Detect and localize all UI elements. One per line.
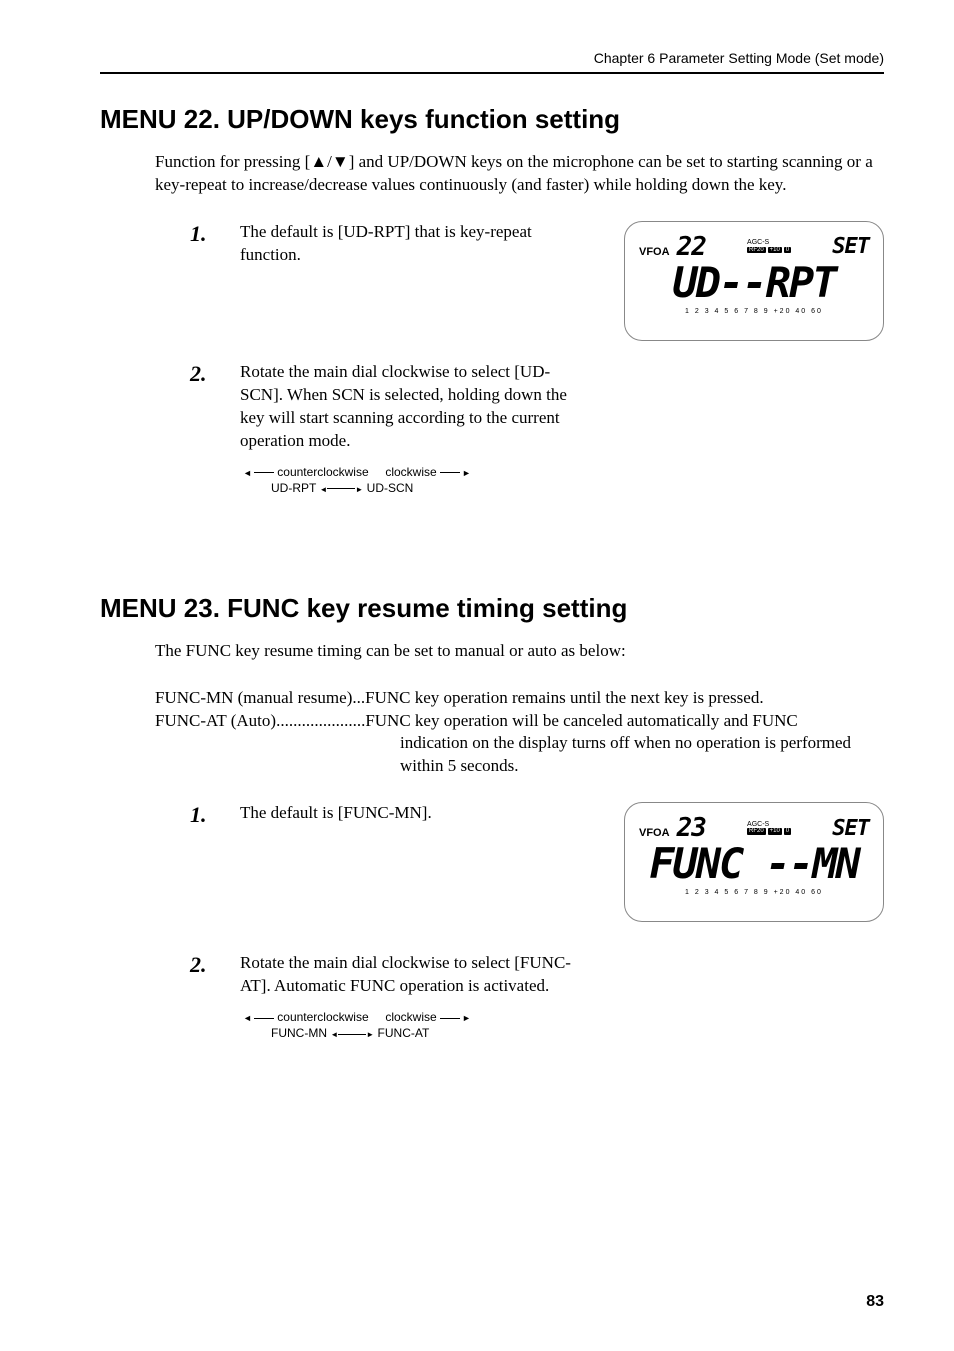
zero-icon: 0 — [784, 828, 791, 835]
menu22-step2: 2. Rotate the main dial clockwise to sel… — [190, 361, 884, 453]
disp-scale: 1 2 3 4 5 6 7 8 9 +20 40 60 — [639, 308, 869, 315]
disp-main-text: FUNC --MN — [639, 843, 869, 885]
desc1-text: FUNC key operation remains until the nex… — [365, 687, 763, 710]
page-header: Chapter 6 Parameter Setting Mode (Set mo… — [100, 50, 884, 74]
rf20-icon: RF20 — [747, 828, 766, 835]
desc1-dots: ... — [352, 687, 365, 710]
lcd-display-menu22: VFOA 22 AGC-S RF20 +10 0 SET UD--RPT 1 2… — [624, 221, 884, 341]
menu23-description-block: FUNC-MN (manual resume) ... FUNC key ope… — [155, 687, 884, 779]
rotate-right-value: UD-SCN — [367, 481, 414, 495]
ccw-arrow-icon — [243, 465, 254, 479]
menu23-step1-container: 1. The default is [FUNC-MN]. VFOA 23 AGC… — [100, 802, 884, 922]
desc1-label: FUNC-MN (manual resume) — [155, 687, 352, 710]
desc2-label: FUNC-AT (Auto) — [155, 710, 276, 733]
cw-arrow-icon — [460, 465, 471, 479]
menu23-step2: 2. Rotate the main dial clockwise to sel… — [190, 952, 884, 998]
desc2-dots: ..................... — [276, 710, 365, 733]
step-number: 1. — [190, 802, 240, 828]
menu22-rotate-diagram: counterclockwise clockwise UD-RPT UD-SCN — [243, 465, 884, 495]
lcd-display-menu23: VFOA 23 AGC-S RF20 +10 0 SET FUNC --MN 1… — [624, 802, 884, 922]
rotate-right-value: FUNC-AT — [378, 1026, 430, 1040]
bidir-arrow-icon — [330, 1026, 374, 1040]
agc-label: AGC-S — [747, 239, 769, 246]
bidir-arrow-icon — [319, 481, 363, 495]
disp-vfo: VFOA — [639, 246, 670, 258]
menu23-title: MENU 23. FUNC key resume timing setting — [100, 593, 884, 624]
cw-arrow-icon — [460, 1010, 471, 1024]
ccw-label: counterclockwise — [277, 465, 368, 479]
rotate-left-value: UD-RPT — [271, 481, 316, 495]
rotate-left-value: FUNC-MN — [271, 1026, 327, 1040]
ccw-label: counterclockwise — [277, 1010, 368, 1024]
cw-label: clockwise — [385, 1010, 436, 1024]
plus10-icon: +10 — [768, 247, 782, 254]
menu23-intro: The FUNC key resume timing can be set to… — [155, 640, 884, 663]
rf20-icon: RF20 — [747, 247, 766, 254]
ccw-arrow-icon — [243, 1010, 254, 1024]
header-chapter-text: Chapter 6 Parameter Setting Mode (Set mo… — [594, 50, 884, 66]
cw-label: clockwise — [385, 465, 436, 479]
disp-status-icons: AGC-S RF20 +10 0 — [747, 821, 791, 837]
step-text: Rotate the main dial clockwise to select… — [240, 361, 575, 453]
menu22-step1: 1. The default is [UD-RPT] that is key-r… — [190, 221, 594, 267]
desc2-text: FUNC key operation will be canceled auto… — [365, 710, 797, 733]
menu23-step1: 1. The default is [FUNC-MN]. — [190, 802, 594, 828]
step-text: Rotate the main dial clockwise to select… — [240, 952, 575, 998]
zero-icon: 0 — [784, 247, 791, 254]
plus10-icon: +10 — [768, 828, 782, 835]
step-number: 2. — [190, 361, 240, 453]
agc-label: AGC-S — [747, 821, 769, 828]
step-text: The default is [FUNC-MN]. — [240, 802, 432, 828]
step-number: 2. — [190, 952, 240, 998]
disp-status-icons: AGC-S RF20 +10 0 — [747, 239, 791, 255]
menu22-title: MENU 22. UP/DOWN keys function setting — [100, 104, 884, 135]
step-number: 1. — [190, 221, 240, 267]
menu22-intro: Function for pressing [▲/▼] and UP/DOWN … — [155, 151, 884, 197]
desc2-cont1: indication on the display turns off when… — [400, 732, 884, 755]
disp-set: SET — [832, 234, 869, 259]
disp-main-text: UD--RPT — [639, 262, 869, 304]
menu22-step1-container: 1. The default is [UD-RPT] that is key-r… — [100, 221, 884, 341]
page-number: 83 — [866, 1293, 884, 1311]
desc2-cont2: within 5 seconds. — [400, 755, 884, 778]
disp-scale: 1 2 3 4 5 6 7 8 9 +20 40 60 — [639, 889, 869, 896]
step-text: The default is [UD-RPT] that is key-repe… — [240, 221, 575, 267]
disp-vfo: VFOA — [639, 827, 670, 839]
disp-set: SET — [832, 816, 869, 841]
menu23-rotate-diagram: counterclockwise clockwise FUNC-MN FUNC-… — [243, 1010, 884, 1040]
